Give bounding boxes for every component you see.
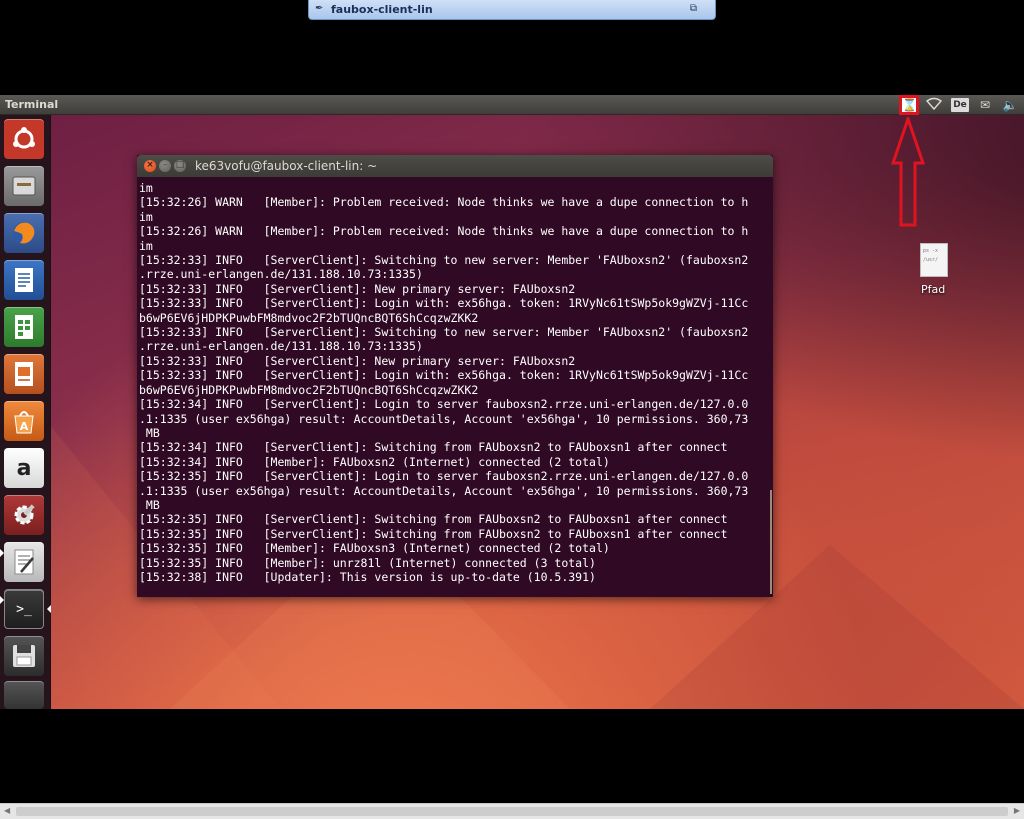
terminal-line: b6wP6EV6jHDPKPuwbFM8mdvoc2F2bTUQncBQT6Sh… [139,382,479,397]
annotation-arrow [891,117,925,227]
sound-icon[interactable]: 🔈 [1000,97,1020,113]
top-panel: Terminal ⌛ De ✉ 🔈 [0,95,1024,115]
terminal-line: MB [139,497,160,512]
wifi-icon[interactable] [925,97,943,113]
viewer-tab[interactable]: ✒ faubox-client-lin ⧉ [308,0,716,20]
restore-icon[interactable]: ⧉ [690,3,697,14]
file-preview-line: /usr/ [923,257,939,263]
terminal-line: [15:32:35] INFO [ServerClient]: Switchin… [139,526,728,541]
hourglass-icon[interactable]: ⌛ [899,95,919,115]
software-center-icon[interactable]: A [4,401,44,441]
firefox-icon[interactable] [4,213,44,253]
pin-icon[interactable]: ✒ [315,3,323,14]
impress-icon[interactable] [4,354,44,394]
viewer-horizontal-scrollbar[interactable]: ◀ ▶ [0,803,1024,819]
mail-icon[interactable]: ✉ [976,97,994,113]
scroll-left-icon[interactable]: ◀ [4,806,10,815]
terminal-line: im [139,181,153,195]
file-icon: ps -x /usr/ [920,243,948,277]
terminal-line: [15:32:38] INFO [Updater]: This version … [139,569,596,584]
terminal-line: [15:32:35] INFO [Member]: unrz81l (Inter… [139,555,596,570]
file-preview-line: ps -x [923,248,939,254]
terminal-line: .rrze.uni-erlangen.de/131.188.10.73:1335… [139,339,423,354]
ubuntu-dash-icon[interactable] [4,119,44,159]
text-editor-icon[interactable] [4,542,44,582]
terminal-line: .1:1335 (user ex56hga) result: AccountDe… [139,483,749,498]
keyboard-layout-indicator[interactable]: De [951,98,969,112]
terminal-line: [15:32:33] INFO [ServerClient]: Login wi… [139,368,749,383]
viewer-tab-title: faubox-client-lin [331,3,433,16]
calc-icon[interactable] [4,307,44,347]
terminal-line: [15:32:26] WARN [Member]: Problem receiv… [139,195,749,210]
terminal-window[interactable]: × – □ ke63vofu@faubox-client-lin: ~ im [1… [137,155,773,597]
focused-indicator [47,605,51,613]
terminal-line: [15:32:35] INFO [ServerClient]: Login to… [139,469,749,484]
terminal-line: [15:32:34] INFO [Member]: FAUboxsn2 (Int… [139,454,610,469]
scrollbar-thumb[interactable] [16,807,1008,816]
terminal-icon[interactable]: >_ [4,589,44,629]
terminal-line: im [139,209,153,224]
terminal-scrollbar[interactable] [770,490,772,594]
amazon-icon[interactable]: a [4,448,44,488]
maximize-icon[interactable]: □ [174,160,186,172]
terminal-line: [15:32:33] INFO [ServerClient]: Switchin… [139,253,749,268]
terminal-output[interactable]: im [15:32:26] WARN [Member]: Problem rece… [139,181,773,595]
terminal-line: [15:32:34] INFO [ServerClient]: Login to… [139,397,749,412]
trash-icon[interactable] [4,681,44,709]
close-icon[interactable]: × [144,160,156,172]
terminal-line: .1:1335 (user ex56hga) result: AccountDe… [139,411,749,426]
writer-icon[interactable] [4,260,44,300]
terminal-titlebar[interactable]: × – □ ke63vofu@faubox-client-lin: ~ [137,155,773,177]
terminal-line: [15:32:33] INFO [ServerClient]: Switchin… [139,325,749,340]
terminal-title: ke63vofu@faubox-client-lin: ~ [195,159,378,173]
files-icon[interactable] [4,166,44,206]
terminal-line: [15:32:34] INFO [ServerClient]: Switchin… [139,440,728,455]
terminal-line: [15:32:35] INFO [ServerClient]: Switchin… [139,512,728,527]
system-settings-icon[interactable] [4,495,44,535]
terminal-line: MB [139,425,160,440]
active-app-title: Terminal [5,98,59,111]
remote-screen: Terminal ⌛ De ✉ 🔈 A a >_ ps -x /usr/ Pfa… [0,95,1024,709]
desktop-file-label: Pfad [921,283,946,296]
svg-text:A: A [20,420,29,433]
terminal-line: im [139,238,153,253]
terminal-line: [15:32:35] INFO [Member]: FAUboxsn3 (Int… [139,541,610,556]
terminal-line: b6wP6EV6jHDPKPuwbFM8mdvoc2F2bTUQncBQT6Sh… [139,310,479,325]
terminal-line: [15:32:33] INFO [ServerClient]: New prim… [139,281,576,296]
launcher: A a >_ [0,115,51,709]
running-indicator [0,596,4,604]
terminal-line: [15:32:33] INFO [ServerClient]: New prim… [139,353,576,368]
terminal-line: [15:32:33] INFO [ServerClient]: Login wi… [139,296,749,311]
minimize-icon[interactable]: – [159,160,171,172]
floppy-disk-icon[interactable] [4,636,44,676]
terminal-line: [15:32:26] WARN [Member]: Problem receiv… [139,224,749,239]
terminal-line: .rrze.uni-erlangen.de/131.188.10.73:1335… [139,267,423,282]
scroll-right-icon[interactable]: ▶ [1014,806,1020,815]
running-indicator [0,549,4,557]
